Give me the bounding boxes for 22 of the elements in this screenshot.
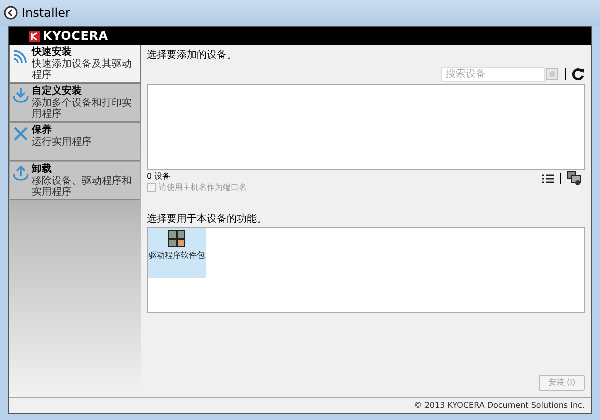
upload-tray-icon (12, 164, 30, 182)
list-view-icon[interactable] (542, 174, 554, 184)
printers-icon[interactable] (567, 171, 583, 186)
download-tray-icon (12, 86, 30, 104)
device-count: 0 设备 (147, 171, 172, 182)
app-icon (4, 6, 18, 20)
sidebar-item[interactable]: 自定义安装 添加多个设备和打印实用程序 (10, 84, 140, 122)
logo-text: KYOCERA (43, 30, 108, 42)
section-heading: 选择要用于本设备的功能。 (147, 213, 268, 227)
sidebar-item[interactable]: 快速安装 快速添加设备及其驱动程序 (10, 45, 140, 83)
tools-icon (12, 125, 30, 143)
window-title: Installer (22, 5, 70, 22)
sidebar-item[interactable]: 保养 运行实用程序 (10, 123, 140, 161)
logo-icon (29, 30, 40, 42)
sidebar-item[interactable]: 卸载 移除设备、驱动程序和实用程序 (10, 162, 140, 200)
signal-arcs-icon (12, 47, 30, 65)
section-heading: 选择要添加的设备。 (147, 49, 238, 63)
refresh-icon[interactable] (572, 68, 585, 80)
search-field[interactable]: 搜索设备 (441, 66, 545, 82)
function-tile[interactable]: 驱动程序软件包 (148, 228, 206, 278)
copyright-text: © 2013 KYOCERA Document Solutions Inc. (414, 400, 585, 412)
driver-package-icon (168, 230, 186, 248)
